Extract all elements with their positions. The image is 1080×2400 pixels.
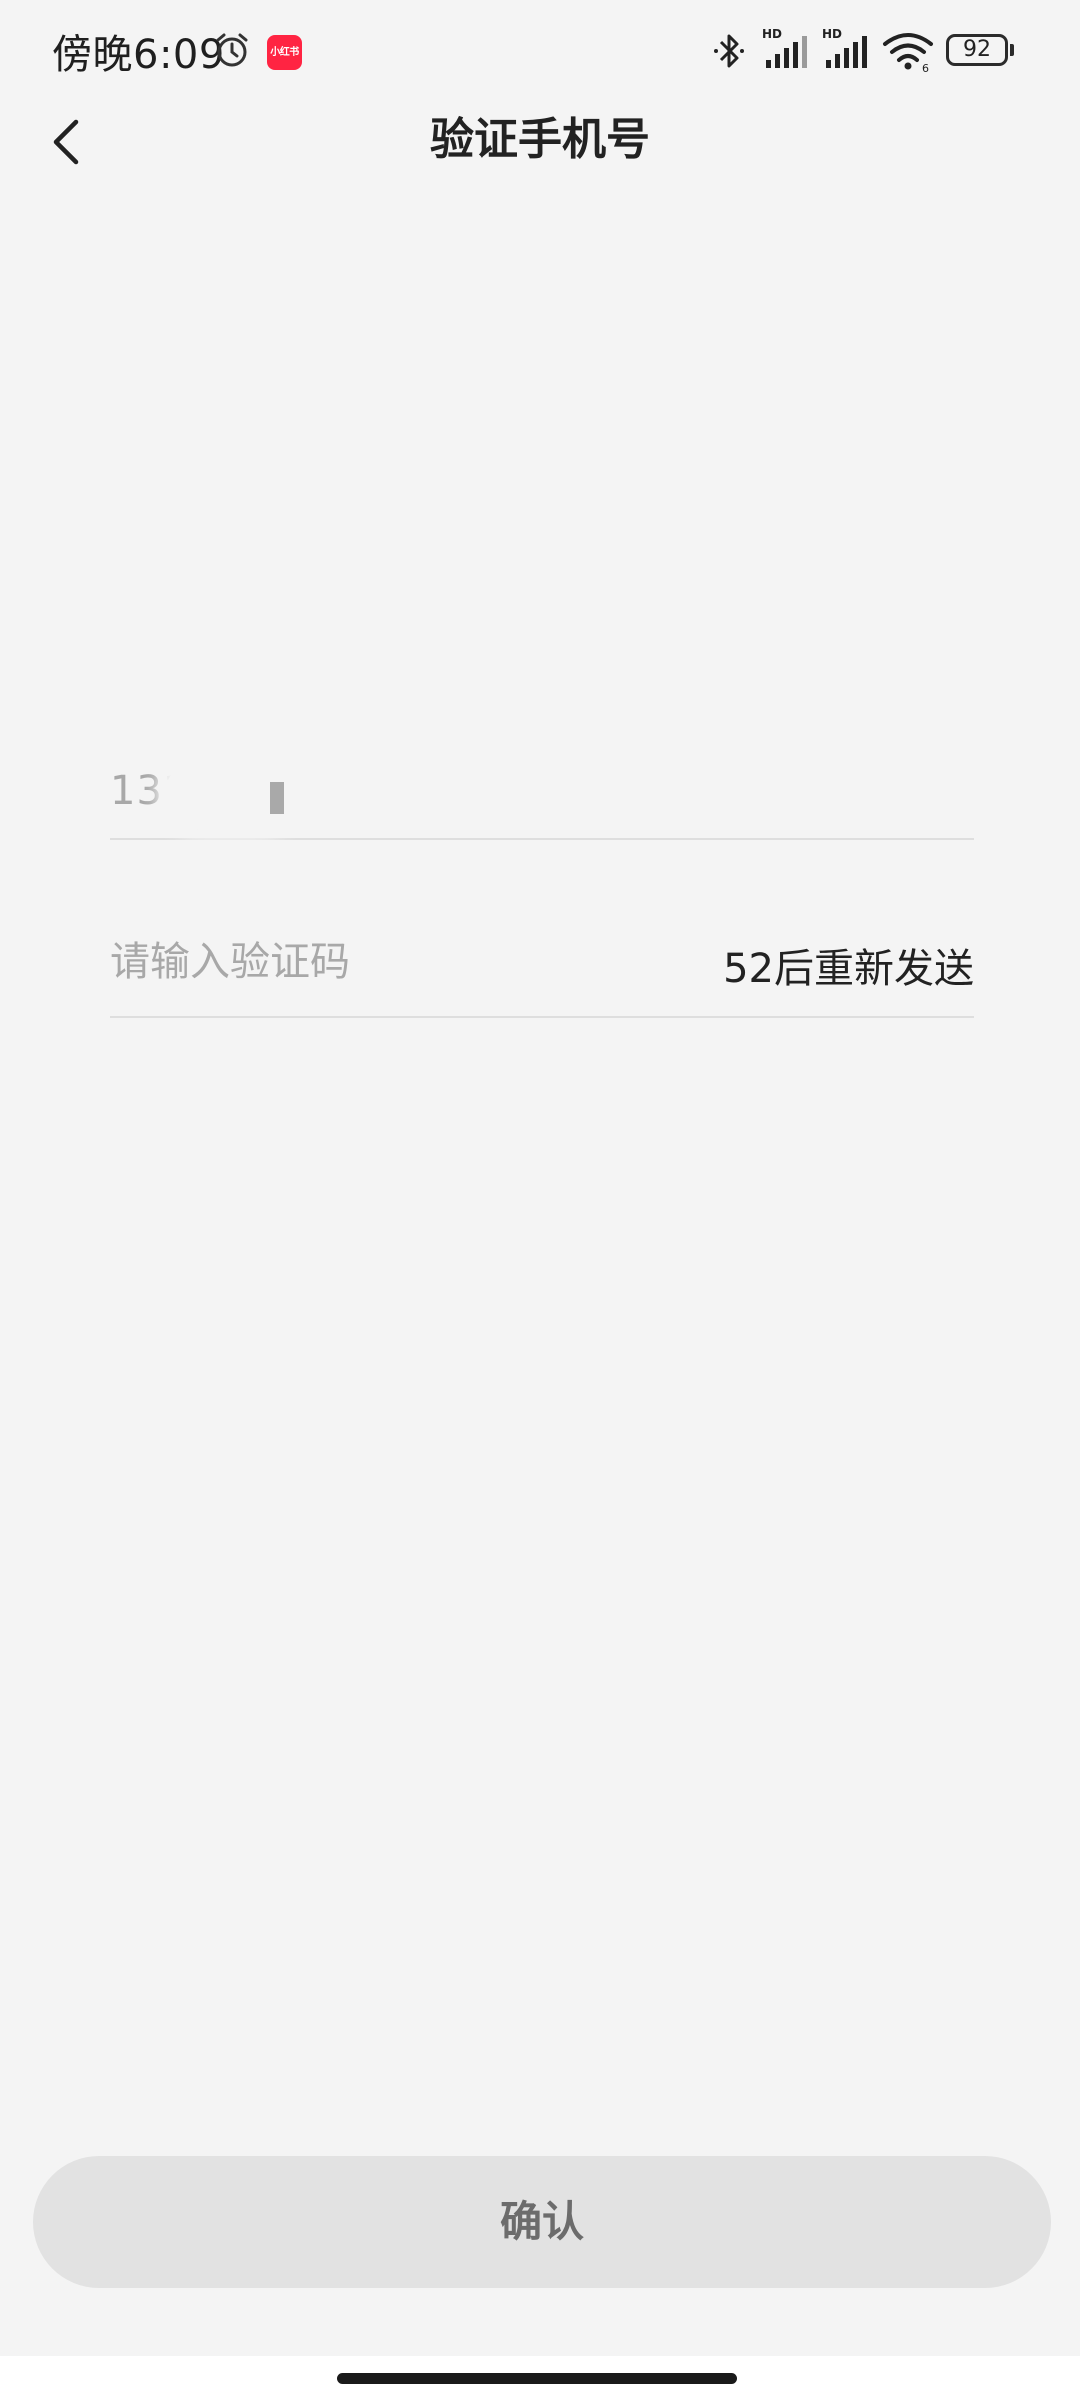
svg-text:HD: HD <box>822 27 842 41</box>
page-title: 验证手机号 <box>430 114 650 165</box>
hd-signal-icon: HD <box>762 27 807 68</box>
redaction-mark <box>270 782 284 814</box>
phone-number-field: 131 337 <box>110 752 974 840</box>
status-time: 傍晚6:09 <box>52 32 225 78</box>
hd-signal-icon: HD <box>822 27 867 68</box>
home-indicator[interactable] <box>337 2373 737 2384</box>
wifi-icon: 6 <box>883 33 933 72</box>
status-bar: 傍晚6:09 小红书 HD HD 6 92 <box>0 0 1080 104</box>
alarm-icon <box>216 33 248 67</box>
svg-text:HD: HD <box>762 27 782 41</box>
confirm-button[interactable]: 确认 <box>33 2156 1051 2288</box>
resend-code-countdown[interactable]: 52后重新发送 <box>723 936 974 994</box>
svg-text:6: 6 <box>922 62 929 72</box>
xiaohongshu-app-icon: 小红书 <box>267 35 302 70</box>
battery-level: 92 <box>963 37 991 62</box>
bluetooth-icon <box>714 34 744 68</box>
battery-icon: 92 <box>946 34 1014 68</box>
verification-code-field: 52后重新发送 <box>110 910 974 1018</box>
verification-code-input[interactable] <box>110 932 630 992</box>
